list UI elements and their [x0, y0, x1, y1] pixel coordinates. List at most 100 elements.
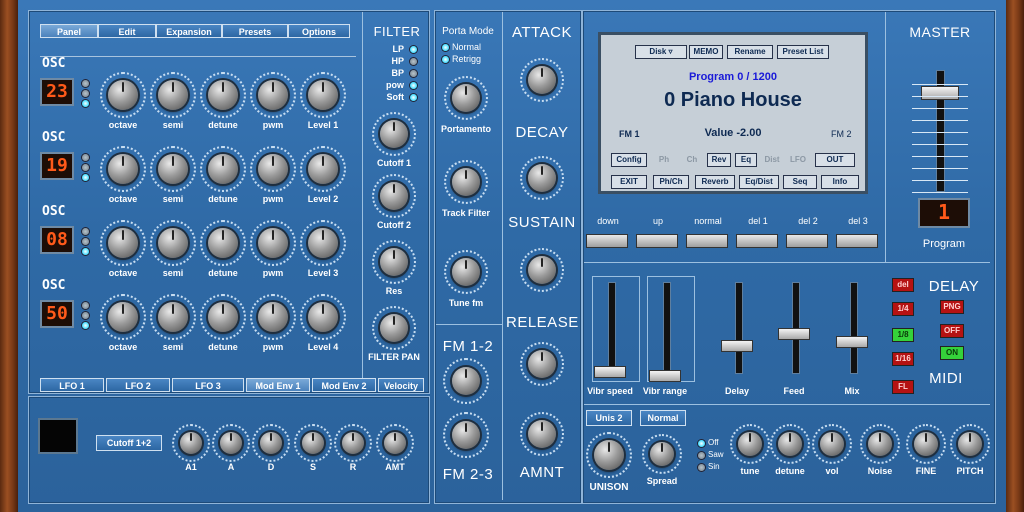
- tab-presets[interactable]: Presets: [222, 24, 288, 38]
- porta-knob[interactable]: [452, 84, 480, 112]
- fader-delay[interactable]: [721, 340, 753, 352]
- tab-edit[interactable]: Edit: [98, 24, 156, 38]
- lcd-row1-eq[interactable]: Eq: [735, 153, 757, 167]
- env-amnt-knob[interactable]: [528, 420, 556, 448]
- lcd-row1-out[interactable]: OUT: [815, 153, 855, 167]
- osc-knob[interactable]: [108, 80, 138, 110]
- osc-knob[interactable]: [308, 302, 338, 332]
- osc-knob[interactable]: [208, 302, 238, 332]
- tab-expansion[interactable]: Expansion: [156, 24, 222, 38]
- osc-wave-led[interactable]: [82, 302, 89, 309]
- filter-type-led[interactable]: [410, 82, 417, 89]
- lfo-tab-mod-env-1[interactable]: Mod Env 1: [246, 378, 310, 392]
- mod-target-button[interactable]: Cutoff 1+2: [96, 435, 162, 451]
- osc-knob[interactable]: [258, 228, 288, 258]
- osc-wave-led[interactable]: [82, 154, 89, 161]
- osc-knob[interactable]: [258, 302, 288, 332]
- osc-knob[interactable]: [158, 302, 188, 332]
- lcd-row1-config[interactable]: Config: [611, 153, 647, 167]
- osc-knob[interactable]: [258, 154, 288, 184]
- unison-extra-knob[interactable]: [914, 432, 938, 456]
- lcd-btn-rename[interactable]: Rename: [727, 45, 773, 59]
- fm12-knob[interactable]: [452, 367, 480, 395]
- normal-button[interactable]: Normal: [640, 410, 686, 426]
- delay-btn-1-4[interactable]: 1/4: [892, 302, 914, 316]
- lfo-tab-mod-env-2[interactable]: Mod Env 2: [312, 378, 376, 392]
- osc-wave-led[interactable]: [82, 322, 89, 329]
- unison-extra-knob[interactable]: [738, 432, 762, 456]
- osc-knob[interactable]: [158, 80, 188, 110]
- unison-knob[interactable]: [594, 440, 624, 470]
- lcd-btn-memo[interactable]: MEMO: [689, 45, 723, 59]
- unison-extra-knob[interactable]: [820, 432, 844, 456]
- filter-knob[interactable]: [380, 120, 408, 148]
- mod-knob[interactable]: [220, 432, 242, 454]
- wave-led[interactable]: [698, 452, 705, 459]
- tab-options[interactable]: Options: [288, 24, 350, 38]
- osc-wave-led[interactable]: [82, 174, 89, 181]
- lfo-tab-velocity[interactable]: Velocity: [378, 378, 424, 392]
- nav-button-up[interactable]: [636, 234, 678, 248]
- osc-knob[interactable]: [108, 154, 138, 184]
- mod-knob[interactable]: [180, 432, 202, 454]
- lcd-row2-reverb[interactable]: Reverb: [695, 175, 735, 189]
- osc-knob[interactable]: [308, 154, 338, 184]
- master-fader[interactable]: [921, 86, 959, 100]
- osc-wave-led[interactable]: [82, 90, 89, 97]
- nav-button-del-3[interactable]: [836, 234, 878, 248]
- env-release-knob[interactable]: [528, 350, 556, 378]
- env-sustain-knob[interactable]: [528, 256, 556, 284]
- lcd-row2-eq-dist[interactable]: Eq/Dist: [739, 175, 779, 189]
- porta-knob[interactable]: [452, 258, 480, 286]
- lcd-row1-ph[interactable]: Ph: [653, 153, 675, 167]
- unison-extra-knob[interactable]: [868, 432, 892, 456]
- osc-wave-led[interactable]: [82, 248, 89, 255]
- osc-knob[interactable]: [108, 228, 138, 258]
- lcd-btn-preset-list[interactable]: Preset List: [777, 45, 829, 59]
- lcd-row1-rev[interactable]: Rev: [707, 153, 731, 167]
- osc-wave-led[interactable]: [82, 312, 89, 319]
- osc-wave-led[interactable]: [82, 100, 89, 107]
- mod-knob[interactable]: [260, 432, 282, 454]
- lcd-btn-disk[interactable]: Disk ▿: [635, 45, 687, 59]
- wave-led[interactable]: [698, 464, 705, 471]
- delay-right-on[interactable]: ON: [940, 346, 964, 360]
- filter-knob[interactable]: [380, 248, 408, 276]
- osc-knob[interactable]: [258, 80, 288, 110]
- osc-wave-led[interactable]: [82, 228, 89, 235]
- osc-knob[interactable]: [308, 228, 338, 258]
- fm23-knob[interactable]: [452, 421, 480, 449]
- filter-knob[interactable]: [380, 182, 408, 210]
- osc-knob[interactable]: [308, 80, 338, 110]
- nav-button-del-1[interactable]: [736, 234, 778, 248]
- delay-btn-fl[interactable]: FL: [892, 380, 914, 394]
- mod-knob[interactable]: [384, 432, 406, 454]
- filter-knob[interactable]: [380, 314, 408, 342]
- lcd-row2-info[interactable]: Info: [821, 175, 859, 189]
- delay-right-off[interactable]: OFF: [940, 324, 964, 338]
- fader-feed[interactable]: [778, 328, 810, 340]
- osc-knob[interactable]: [158, 228, 188, 258]
- delay-right-png[interactable]: PNG: [940, 300, 964, 314]
- osc-knob[interactable]: [158, 154, 188, 184]
- spread-knob[interactable]: [650, 442, 674, 466]
- lcd-row2-seq[interactable]: Seq: [783, 175, 817, 189]
- env-decay-knob[interactable]: [528, 164, 556, 192]
- lfo-tab-lfo-3[interactable]: LFO 3: [172, 378, 244, 392]
- porta-led[interactable]: [442, 44, 449, 51]
- lfo-tab-lfo-2[interactable]: LFO 2: [106, 378, 170, 392]
- lfo-tab-lfo-1[interactable]: LFO 1: [40, 378, 104, 392]
- nav-button-normal[interactable]: [686, 234, 728, 248]
- fader-mix[interactable]: [836, 336, 868, 348]
- delay-btn-1-16[interactable]: 1/16: [892, 352, 914, 366]
- osc-wave-led[interactable]: [82, 80, 89, 87]
- osc-knob[interactable]: [108, 302, 138, 332]
- delay-btn-1-8[interactable]: 1/8: [892, 328, 914, 342]
- filter-type-led[interactable]: [410, 70, 417, 77]
- osc-wave-led[interactable]: [82, 238, 89, 245]
- mod-knob[interactable]: [342, 432, 364, 454]
- lcd-row2-exit[interactable]: EXIT: [611, 175, 647, 189]
- porta-knob[interactable]: [452, 168, 480, 196]
- filter-type-led[interactable]: [410, 46, 417, 53]
- unison-extra-knob[interactable]: [958, 432, 982, 456]
